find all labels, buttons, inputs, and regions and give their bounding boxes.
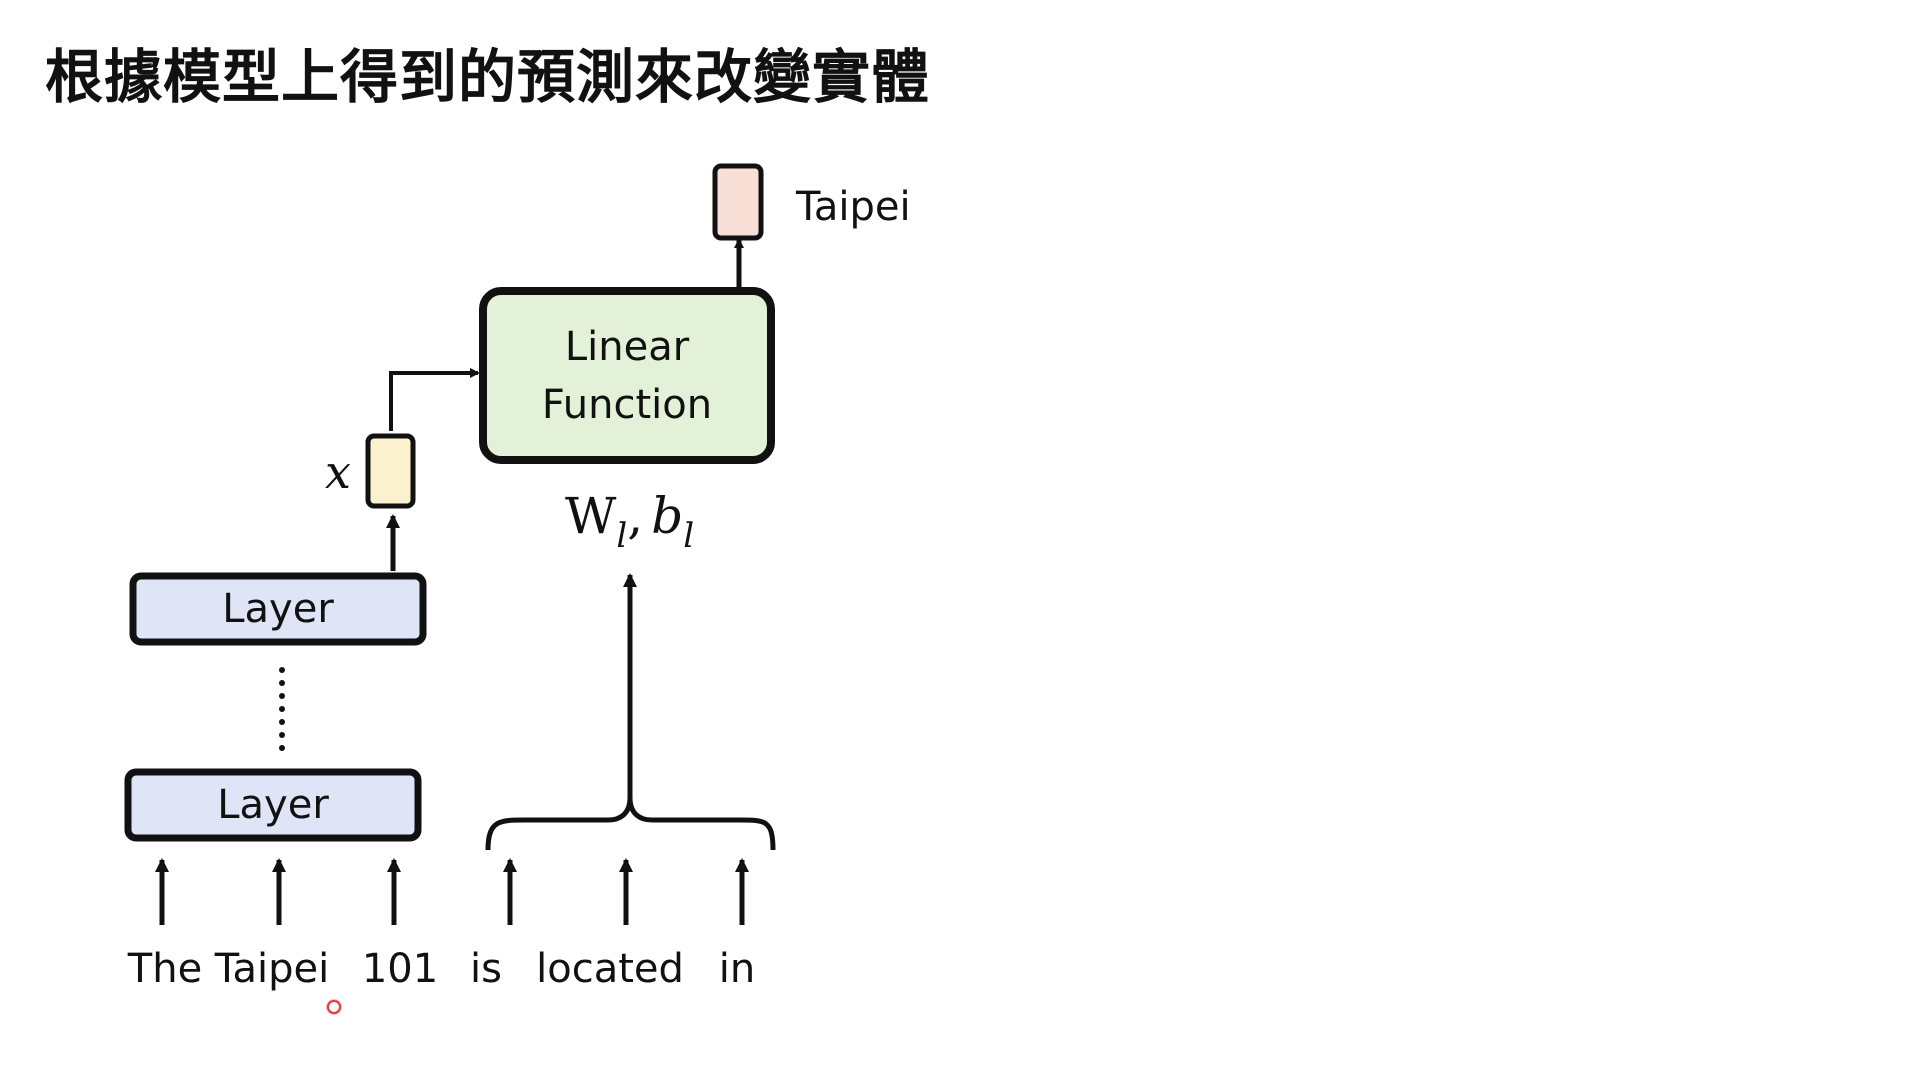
token-is: is xyxy=(470,946,502,992)
linear-function-label-line2: Function xyxy=(542,382,712,428)
params-label: Wl, bl xyxy=(565,487,694,556)
token-in: in xyxy=(719,946,755,992)
token-taipei: Taipei xyxy=(214,946,330,992)
param-b-sub: l xyxy=(683,516,694,556)
layer-label-bottom: Layer xyxy=(217,782,329,828)
ellipsis-dots xyxy=(279,667,285,751)
param-b: b xyxy=(651,487,683,545)
linear-function-box xyxy=(479,287,775,464)
output-vector xyxy=(712,163,764,241)
input-arrows xyxy=(155,858,749,925)
output-label: Taipei xyxy=(795,184,911,230)
param-sep: , xyxy=(627,487,643,545)
linear-function-label-line1: Linear xyxy=(565,324,690,370)
pointer-indicator xyxy=(327,1000,341,1014)
token-the: The xyxy=(127,946,202,992)
input-tokens: The Taipei 101 is located in xyxy=(127,946,755,992)
brace xyxy=(485,797,776,851)
hidden-vector-x xyxy=(365,433,416,509)
token-located: located xyxy=(536,946,684,992)
layer-label-top: Layer xyxy=(222,586,334,632)
param-w: W xyxy=(565,487,617,545)
hidden-vector-label: x xyxy=(325,445,351,499)
token-101: 101 xyxy=(362,946,438,992)
arrow-x-to-linear xyxy=(389,368,480,431)
architecture-diagram: The Taipei 101 is located in Layer Layer… xyxy=(124,163,911,992)
param-w-sub: l xyxy=(616,516,627,556)
